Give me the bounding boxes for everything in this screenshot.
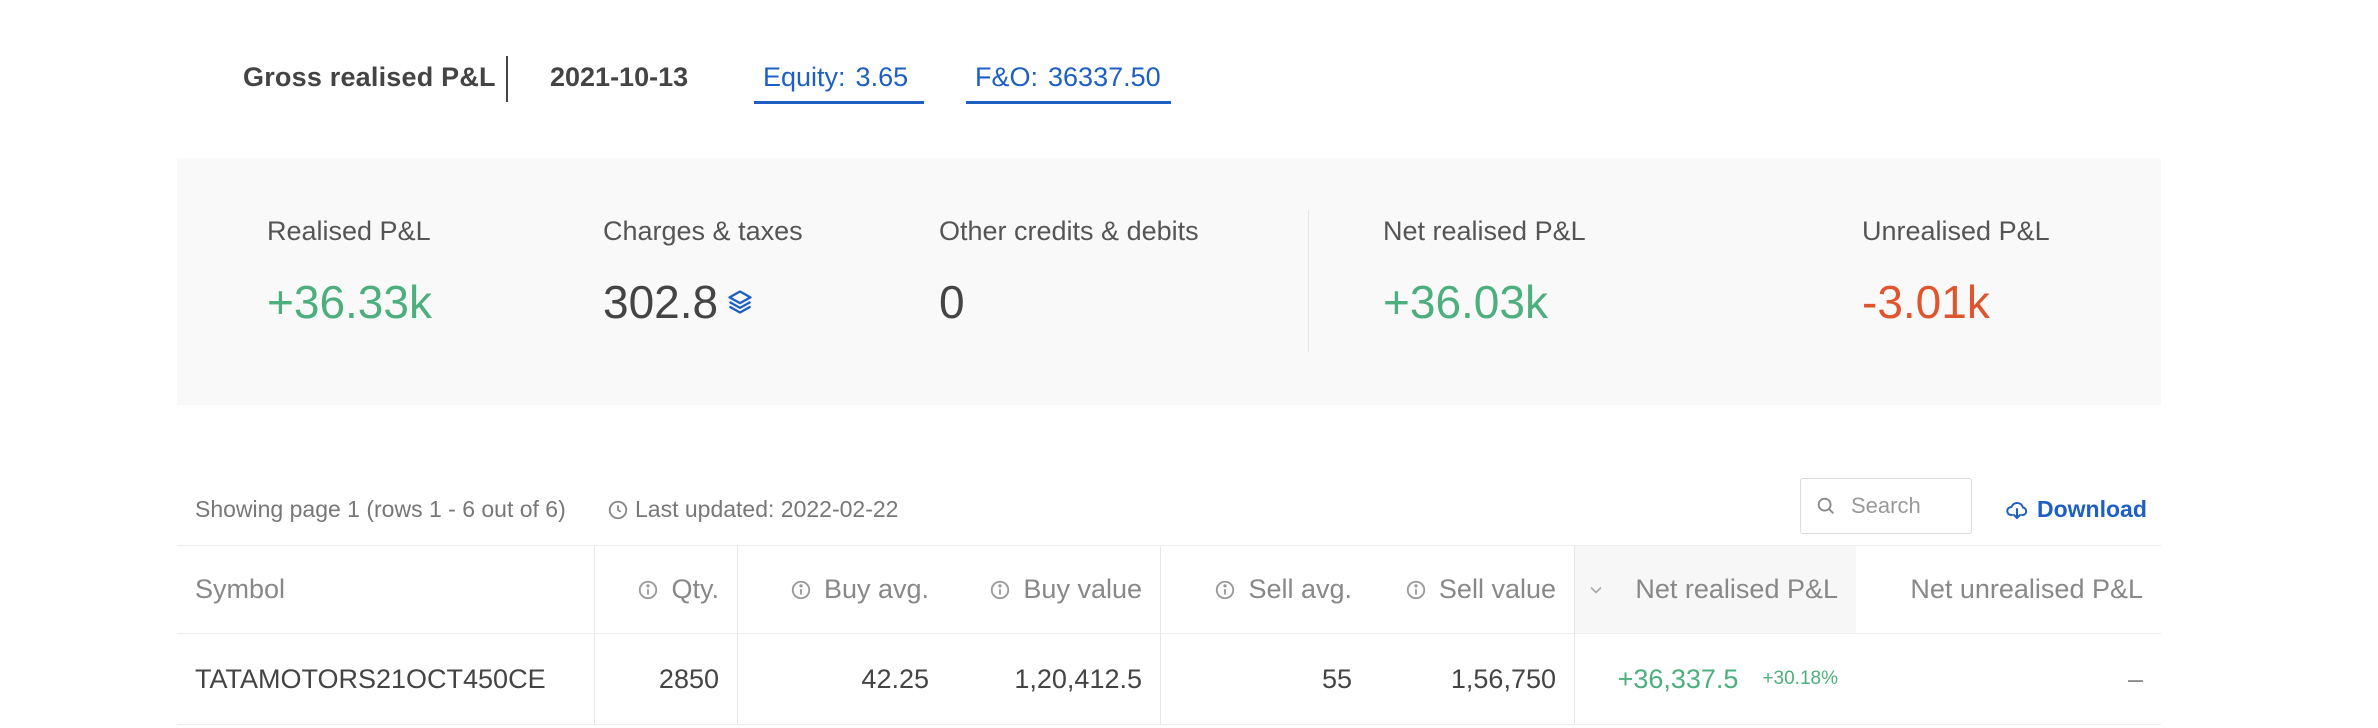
summary-divider [1308,210,1309,352]
column-header-net-realised[interactable]: Net realised P&L [1574,546,1838,633]
column-header-net-realised-label: Net realised P&L [1635,574,1838,604]
column-header-qty-label: Qty. [671,574,719,604]
download-label: Download [2037,496,2147,522]
info-icon[interactable] [1405,579,1427,601]
column-header-buy-value[interactable]: Buy value [929,546,1142,633]
clock-icon [608,500,628,519]
search-icon [1817,497,1834,514]
unrealised-value: -3.01k [1862,276,1990,328]
cell-sell-avg: 55 [1321,663,1352,694]
last-updated-text: Last updated: 2022-02-22 [635,496,899,522]
other-credits-value: 0 [939,276,965,328]
cell-net-realised-percent: +30.18% [1762,668,1838,689]
tab-equity[interactable]: Equity: 3.65 [754,62,924,104]
table-toolbar: Showing page 1 (rows 1 - 6 out of 6) Las… [177,478,2161,542]
info-icon[interactable] [989,579,1011,601]
cell-net-realised: +36,337.5 +30.18% [1574,634,1838,724]
header-divider [506,56,508,102]
realised-pnl-stat: Realised P&L +36.33k [267,216,432,329]
cell-buy-avg: 42.25 [861,663,929,694]
column-header-qty[interactable]: Qty. [594,546,719,633]
realised-pnl-value: +36.33k [267,276,432,328]
other-credits-label: Other credits & debits [939,216,1199,246]
cell-qty: 2850 [658,663,719,694]
cell-net-unrealised-value: – [2127,663,2143,694]
search-box[interactable] [1800,478,1972,534]
column-header-symbol-label: Symbol [195,574,286,604]
cell-net-realised-value: +36,337.5 [1617,663,1739,694]
column-header-buy-value-label: Buy value [1023,574,1142,604]
cloud-download-icon [2006,501,2028,519]
net-realised-stat: Net realised P&L +36.03k [1383,216,1586,329]
chevron-down-icon [1590,586,1602,594]
unrealised-stat: Unrealised P&L -3.01k [1862,216,2050,329]
table-header-row: Symbol Qty. Buy avg. Buy value Sell avg.… [177,545,2161,633]
info-icon[interactable] [790,579,812,601]
charges-stat: Charges & taxes 302.8 [603,216,803,329]
pnl-summary: Realised P&L +36.33k Charges & taxes 302… [177,158,2161,405]
cell-net-unrealised: – [1856,634,2143,724]
net-realised-value: +36.03k [1383,276,1548,328]
tab-equity-label: Equity: [763,62,846,92]
column-header-buy-avg[interactable]: Buy avg. [737,546,929,633]
tab-fno-label: F&O: [975,62,1039,92]
column-header-symbol[interactable]: Symbol [195,546,575,633]
layers-icon[interactable] [726,288,754,316]
column-header-sell-value-label: Sell value [1438,574,1556,604]
pnl-header: Gross realised P&L 2021-10-13 Equity: 3.6… [0,0,2378,120]
search-input[interactable] [1851,493,1961,519]
column-header-sell-value[interactable]: Sell value [1352,546,1556,633]
cell-symbol: TATAMOTORS21OCT450CE [195,663,546,694]
realised-pnl-label: Realised P&L [267,216,431,246]
unrealised-label: Unrealised P&L [1862,216,2050,246]
cell-buy-value: 1,20,412.5 [1014,663,1142,694]
tab-fno[interactable]: F&O: 36337.50 [966,62,1171,104]
other-credits-stat: Other credits & debits 0 [939,216,1199,329]
column-header-buy-avg-label: Buy avg. [823,574,929,604]
tab-equity-value: 3.65 [855,62,909,92]
pagination-info: Showing page 1 (rows 1 - 6 out of 6) [195,496,566,522]
download-button[interactable]: Download [2005,496,2147,523]
tab-fno-value: 36337.50 [1048,62,1161,92]
table-row[interactable]: TATAMOTORS21OCT450CE 2850 42.25 1,20,412… [177,633,2161,725]
pnl-table: Symbol Qty. Buy avg. Buy value Sell avg.… [177,545,2161,725]
info-icon[interactable] [637,579,659,601]
column-header-sell-avg[interactable]: Sell avg. [1160,546,1352,633]
charges-label: Charges & taxes [603,216,803,246]
last-updated: Last updated: 2022-02-22 [607,496,898,523]
page-title: Gross realised P&L [243,62,496,92]
charges-value: 302.8 [603,276,719,328]
report-date: 2021-10-13 [550,62,689,92]
cell-sell-value: 1,56,750 [1450,663,1556,694]
column-header-net-unrealised-label: Net unrealised P&L [1910,574,2143,604]
info-icon[interactable] [1214,579,1236,601]
charges-value-row: 302.8 [603,275,803,329]
column-header-sell-avg-label: Sell avg. [1248,574,1352,604]
column-header-net-unrealised[interactable]: Net unrealised P&L [1856,546,2143,633]
net-realised-label: Net realised P&L [1383,216,1586,246]
